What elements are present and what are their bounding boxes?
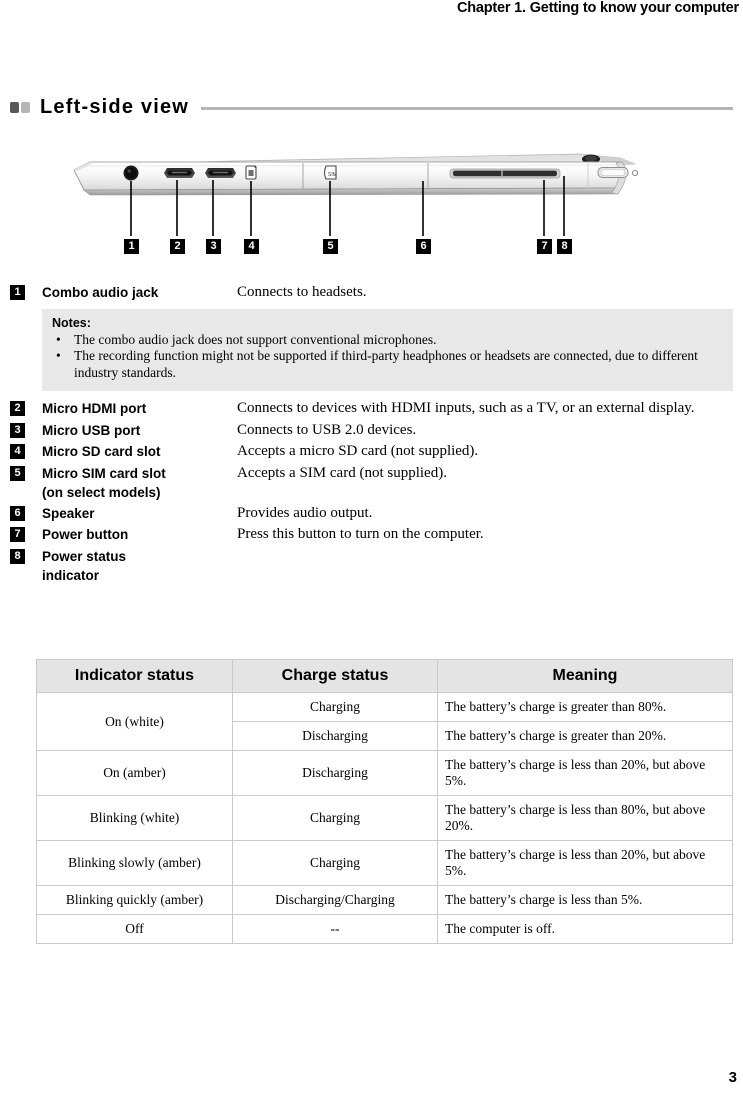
feature-item-8: 8 Power status indicator — [10, 547, 735, 585]
note-bullet-icon: • — [56, 348, 61, 363]
feature-name-5: Micro SIM card slot (on select models) — [42, 465, 166, 500]
page-running-header: Chapter 1. Getting to know your computer — [456, 0, 739, 16]
table-row: On (white) Charging The battery’s charge… — [36, 692, 733, 751]
svg-text:SIM: SIM — [328, 172, 337, 178]
note-bullet-icon: • — [56, 331, 61, 347]
feature-name-7: Power button — [42, 527, 129, 542]
feature-item-1: 1 Combo audio jack Connects to headsets. — [10, 283, 735, 303]
cell-indicator-status: Blinking slowly (amber) — [36, 840, 233, 886]
cell-indicator-status: Blinking quickly (amber) — [36, 885, 233, 915]
cell-indicator-status: On (amber) — [36, 750, 233, 796]
feature-badge-6: 6 — [10, 505, 25, 521]
feature-list: 1 Combo audio jack Connects to headsets.… — [10, 283, 735, 587]
cell-meaning: The battery’s charge is less than 20%, b… — [437, 840, 733, 886]
title-rule-divider — [201, 107, 733, 110]
feature-name-3: Micro USB port — [42, 422, 141, 438]
micro-sd-card-slot — [245, 165, 257, 180]
section-bullet-light-icon — [21, 102, 30, 113]
callout-badge-3: 3 — [206, 239, 221, 254]
feature-badge-4: 4 — [10, 444, 25, 459]
feature-item-6: 6 Speaker Provides audio output. — [10, 504, 735, 524]
power-status-indicator-led — [631, 169, 639, 177]
feature-badge-5: 5 — [10, 465, 25, 481]
feature-badge-2: 2 — [10, 401, 25, 416]
speaker-grille — [449, 168, 561, 179]
note-item: • The combo audio jack does not support … — [52, 332, 723, 349]
callout-badge-5: 5 — [323, 239, 338, 254]
power-button — [597, 167, 629, 178]
feature-badge-1: 1 — [10, 285, 25, 300]
note-text: The recording function might not be supp… — [74, 348, 698, 380]
cell-indicator-status: On (white) — [36, 692, 233, 751]
feature-name-2: Micro HDMI port — [42, 401, 147, 416]
note-text: The combo audio jack does not support co… — [74, 331, 437, 347]
table-row: Blinking (white) Charging The battery’s … — [36, 795, 733, 841]
feature-name-4: Micro SD card slot — [42, 444, 161, 459]
page-number: 3 — [728, 1069, 737, 1086]
callout-badge-7: 7 — [537, 239, 552, 254]
table-row: Blinking quickly (amber) Discharging/Cha… — [36, 885, 733, 915]
section-bullet-dark-icon — [10, 102, 19, 113]
cell-charge-status: Discharging/Charging — [232, 885, 438, 915]
feature-badge-3: 3 — [10, 422, 25, 438]
table-row: On (amber) Discharging The battery’s cha… — [36, 750, 733, 796]
callout-badge-6: 6 — [416, 239, 431, 254]
callout-badge-2: 2 — [170, 239, 185, 254]
section-title-row: Left-side view — [10, 96, 733, 119]
feature-description-1: Connects to headsets. — [237, 284, 367, 300]
cell-charge-status: Charging — [232, 795, 438, 841]
cell-meaning: The battery’s charge is greater than 20%… — [437, 721, 733, 751]
table-row: Off -- The computer is off. — [36, 914, 733, 944]
cell-meaning: The battery’s charge is less than 5%. — [437, 885, 733, 915]
feature-item-7: 7 Power button Press this button to turn… — [10, 525, 735, 545]
power-status-indicator-table: Indicator status Charge status Meaning O… — [36, 659, 733, 944]
feature-badge-7: 7 — [10, 527, 25, 542]
cell-charge-status: Charging — [232, 692, 438, 722]
feature-description-7: Press this button to turn on the compute… — [237, 526, 484, 542]
callout-badge-8: 8 — [557, 239, 572, 254]
feature-item-2: 2 Micro HDMI port Connects to devices wi… — [10, 399, 735, 419]
feature-item-5: 5 Micro SIM card slot (on select models)… — [10, 464, 735, 502]
table-row: Blinking slowly (amber) Charging The bat… — [36, 840, 733, 886]
callout-badge-4: 4 — [244, 239, 259, 254]
table-header-row: Indicator status Charge status Meaning — [36, 659, 733, 693]
power-status-indicator-table-wrap: Indicator status Charge status Meaning O… — [36, 659, 733, 944]
cell-charge-status: -- — [232, 914, 438, 944]
feature-name-8: Power status indicator — [42, 548, 127, 583]
note-item: • The recording function might not be su… — [52, 348, 723, 381]
combo-audio-jack-port — [123, 165, 139, 181]
column-header-meaning: Meaning — [437, 659, 733, 693]
notes-box: Notes: • The combo audio jack does not s… — [42, 308, 733, 391]
feature-item-4: 4 Micro SD card slot Accepts a micro SD … — [10, 442, 735, 462]
feature-name-6: Speaker — [42, 505, 95, 521]
cell-charge-status: Charging — [232, 840, 438, 886]
feature-badge-8: 8 — [10, 548, 25, 564]
feature-description-3: Connects to USB 2.0 devices. — [237, 421, 417, 438]
cell-meaning: The battery’s charge is less than 20%, b… — [437, 750, 733, 796]
feature-item-3: 3 Micro USB port Connects to USB 2.0 dev… — [10, 421, 735, 441]
micro-hdmi-port — [164, 168, 195, 178]
feature-description-2: Connects to devices with HDMI inputs, su… — [237, 400, 695, 416]
cell-meaning: The battery’s charge is less than 80%, b… — [437, 795, 733, 841]
cell-charge-status: Discharging — [232, 750, 438, 796]
cell-meaning: The battery’s charge is greater than 80%… — [437, 692, 733, 722]
feature-description-6: Provides audio output. — [237, 504, 373, 521]
cell-indicator-status: Off — [36, 914, 233, 944]
cell-indicator-status: Blinking (white) — [36, 795, 233, 841]
cell-meaning: The computer is off. — [437, 914, 733, 944]
left-side-view-illustration: SIM 1 2 3 4 5 6 7 8 — [60, 140, 685, 265]
micro-sim-card-slot: SIM — [323, 165, 337, 180]
callout-badge-1: 1 — [124, 239, 139, 254]
feature-description-4: Accepts a micro SD card (not supplied). — [237, 443, 479, 459]
page-title: Left-side view — [40, 96, 190, 118]
notes-title: Notes: — [52, 315, 91, 330]
micro-usb-port — [205, 168, 236, 178]
feature-description-5: Accepts a SIM card (not supplied). — [237, 464, 447, 481]
column-header-charge-status: Charge status — [232, 659, 438, 693]
cell-charge-status: Discharging — [232, 721, 438, 751]
feature-name-1: Combo audio jack — [42, 285, 159, 300]
column-header-indicator-status: Indicator status — [36, 659, 233, 693]
